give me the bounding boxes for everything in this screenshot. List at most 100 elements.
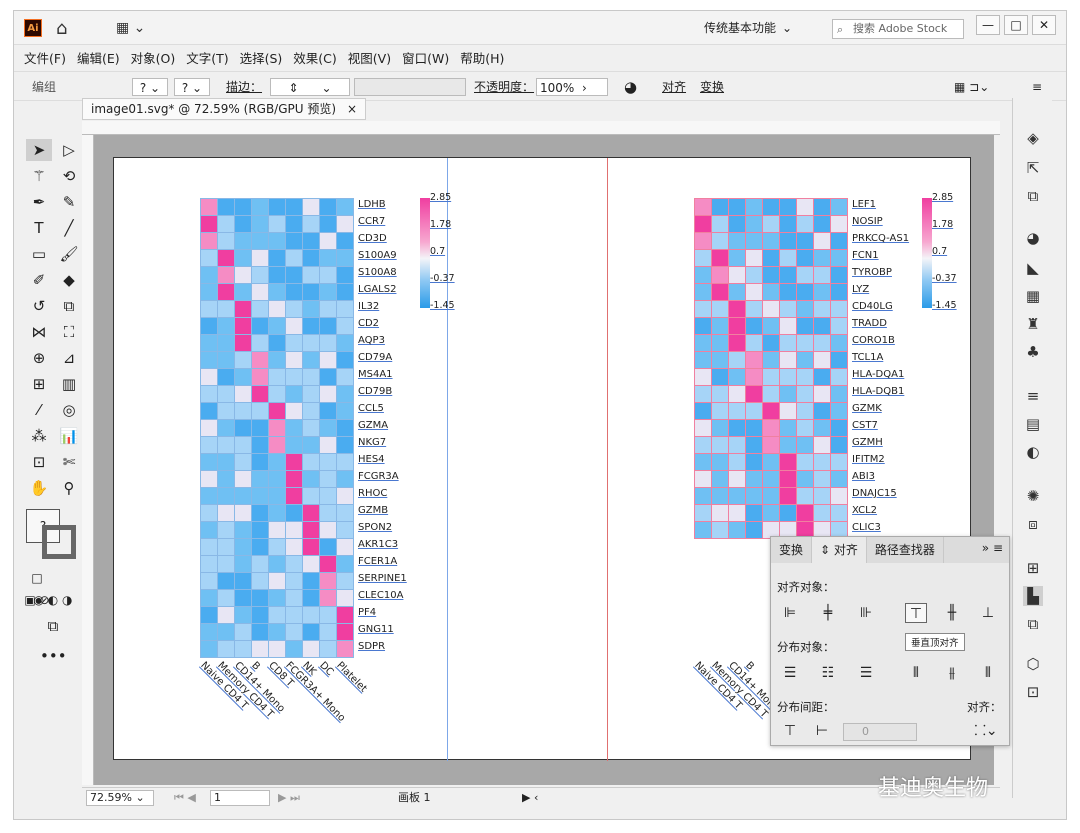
align-top-icon[interactable]: ⊤ <box>905 603 927 623</box>
distribute-top-icon[interactable]: ☰ <box>779 663 801 683</box>
opacity-label[interactable]: 不透明度： <box>474 78 534 96</box>
layers-icon[interactable]: ◈ <box>1023 128 1043 148</box>
stroke-weight-input[interactable]: ⇕ ⌄ <box>270 78 350 96</box>
opacity-input[interactable]: 100% › <box>536 78 608 96</box>
color-guide-icon[interactable]: ◣ <box>1023 258 1043 278</box>
zoom-select[interactable]: 72.59% ⌄ <box>86 790 154 806</box>
gradient-tool-icon[interactable]: ▥ <box>56 373 82 395</box>
artboards-icon[interactable]: ⧉ <box>1023 186 1043 206</box>
distribute-right-icon[interactable]: ⫴ <box>977 663 999 683</box>
home-icon[interactable]: ⌂ <box>56 18 67 39</box>
align-right-icon[interactable]: ⊪ <box>855 603 877 623</box>
appearance-icon[interactable]: ✺ <box>1023 486 1043 506</box>
swatches-icon[interactable]: ▦ <box>1023 286 1043 306</box>
artboard-tool-icon[interactable]: ⊡ <box>26 451 52 473</box>
distribute-center-h-icon[interactable]: ⫵ <box>941 663 963 683</box>
links-icon[interactable]: ⊡ <box>1023 682 1043 702</box>
zoom-tool-icon[interactable]: ⚲ <box>56 477 82 499</box>
shaper-tool-icon[interactable]: ✐ <box>26 269 52 291</box>
line-tool-icon[interactable]: ╱ <box>56 217 82 239</box>
perspective-grid-icon[interactable]: ⊿ <box>56 347 82 369</box>
export-icon[interactable]: ⇱ <box>1023 158 1043 178</box>
menu-type[interactable]: 文字(T) <box>186 48 228 67</box>
stroke-panel-icon[interactable]: ≡ <box>1023 386 1043 406</box>
more-tools-icon[interactable]: ••• <box>40 645 67 667</box>
tab-transform[interactable]: 变换 <box>771 537 813 563</box>
magic-wand-icon[interactable]: ⚚ <box>26 165 52 187</box>
symbols-icon[interactable]: ♣ <box>1023 342 1043 362</box>
width-tool-icon[interactable]: ⋈ <box>26 321 52 343</box>
stock-search-input[interactable]: ⌕ 搜索 Adobe Stock <box>832 19 964 39</box>
spacing-input[interactable]: 0 <box>843 723 917 741</box>
mesh-tool-icon[interactable]: ⊞ <box>26 373 52 395</box>
recolor-icon[interactable]: ◕ <box>624 78 637 96</box>
curvature-tool-icon[interactable]: ✎ <box>56 191 82 213</box>
stroke-swatch[interactable]: ? ⌄ <box>174 78 210 96</box>
vertical-spacing-icon[interactable]: ⊤ <box>779 721 801 741</box>
direct-selection-tool-icon[interactable]: ▷ <box>56 139 82 161</box>
artboard-select[interactable]: 1 <box>210 790 270 806</box>
menu-help[interactable]: 帮助(H) <box>460 48 504 67</box>
lasso-icon[interactable]: ⟲ <box>56 165 82 187</box>
status-menu-icon[interactable]: ▶ ‹ <box>522 788 538 808</box>
blend-tool-icon[interactable]: ◎ <box>56 399 82 421</box>
maximize-button[interactable]: □ <box>1004 15 1028 35</box>
close-window-button[interactable]: ✕ <box>1032 15 1056 35</box>
brushes-icon[interactable]: ♜ <box>1023 314 1043 334</box>
distribute-center-v-icon[interactable]: ☷ <box>817 663 839 683</box>
align-link[interactable]: 对齐 <box>662 78 686 96</box>
hand-tool-icon[interactable]: ✋ <box>26 477 52 499</box>
slice-tool-icon[interactable]: ✄ <box>56 451 82 473</box>
rotate-tool-icon[interactable]: ↺ <box>26 295 52 317</box>
menu-select[interactable]: 选择(S) <box>240 48 283 67</box>
eraser-tool-icon[interactable]: ◆ <box>56 269 82 291</box>
menu-object[interactable]: 对象(O) <box>131 48 176 67</box>
graphic-styles-icon[interactable]: ⧈ <box>1023 514 1043 534</box>
transparency-icon[interactable]: ◐ <box>1023 442 1043 462</box>
transform-panel-icon[interactable]: ⊞ <box>1023 558 1043 578</box>
color-mode-icon[interactable]: □ ▣ ⊘ <box>24 567 50 607</box>
pen-tool-icon[interactable]: ✒ <box>26 191 52 213</box>
graph-tool-icon[interactable]: 📊 <box>56 425 82 447</box>
document-tab[interactable]: image01.svg* @ 72.59% (RGB/GPU 预览) × <box>82 98 366 120</box>
shape-builder-icon[interactable]: ⊕ <box>26 347 52 369</box>
menu-window[interactable]: 窗口(W) <box>402 48 449 67</box>
workspace-switcher[interactable]: 传统基本功能 ⌄ <box>704 19 792 36</box>
heatmap-right[interactable] <box>694 198 848 539</box>
layout-icon[interactable]: ▦ ⌄ <box>116 20 145 36</box>
gradient-panel-icon[interactable]: ▤ <box>1023 414 1043 434</box>
distribute-bottom-icon[interactable]: ☰ <box>855 663 877 683</box>
align-to-select[interactable]: ⸬⌄ <box>971 721 1001 741</box>
panel-options-icon[interactable]: » ≡ <box>976 537 1009 563</box>
free-transform-icon[interactable]: ⛶ <box>56 321 82 343</box>
scale-tool-icon[interactable]: ⧉ <box>56 295 82 317</box>
symbol-sprayer-icon[interactable]: ⁂ <box>26 425 52 447</box>
rectangle-tool-icon[interactable]: ▭ <box>26 243 52 265</box>
close-tab-icon[interactable]: × <box>347 99 357 119</box>
selection-tool-icon[interactable]: ➤ <box>26 139 52 161</box>
color-icon[interactable]: ◕ <box>1023 228 1043 248</box>
distribute-left-icon[interactable]: ⫴ <box>905 663 927 683</box>
menu-edit[interactable]: 编辑(E) <box>77 48 120 67</box>
draw-mode-icon[interactable]: ◉ ◐ ◑ <box>26 589 80 611</box>
menu-effect[interactable]: 效果(C) <box>293 48 336 67</box>
fill-swatch[interactable]: ? ⌄ <box>132 78 168 96</box>
tab-align[interactable]: ⇕ 对齐 <box>812 537 867 563</box>
paintbrush-tool-icon[interactable]: 🖌 <box>56 243 82 265</box>
arrange-icon[interactable]: ▦ ⊐⌄ <box>954 78 989 96</box>
type-tool-icon[interactable]: T <box>26 217 52 239</box>
menu-view[interactable]: 视图(V) <box>348 48 391 67</box>
screen-mode-icon[interactable]: ⧉ <box>40 615 66 637</box>
align-center-h-icon[interactable]: ╪ <box>817 603 839 623</box>
pathfinder-icon[interactable]: ⧉ <box>1023 614 1043 634</box>
stroke-label[interactable]: 描边： <box>226 78 262 96</box>
align-bottom-icon[interactable]: ⊥ <box>977 603 999 623</box>
variable-width-select[interactable] <box>354 78 466 96</box>
tab-pathfinder[interactable]: 路径查找器 <box>867 537 944 563</box>
align-center-v-icon[interactable]: ╫ <box>941 603 963 623</box>
horizontal-spacing-icon[interactable]: ⊢ <box>811 721 833 741</box>
eyedropper-icon[interactable]: ⁄ <box>26 399 52 421</box>
align-panel-icon[interactable]: ▙ <box>1023 586 1043 606</box>
minimize-button[interactable]: — <box>976 15 1000 35</box>
nav-next-icon[interactable]: ▶ ⏭ <box>278 788 300 808</box>
